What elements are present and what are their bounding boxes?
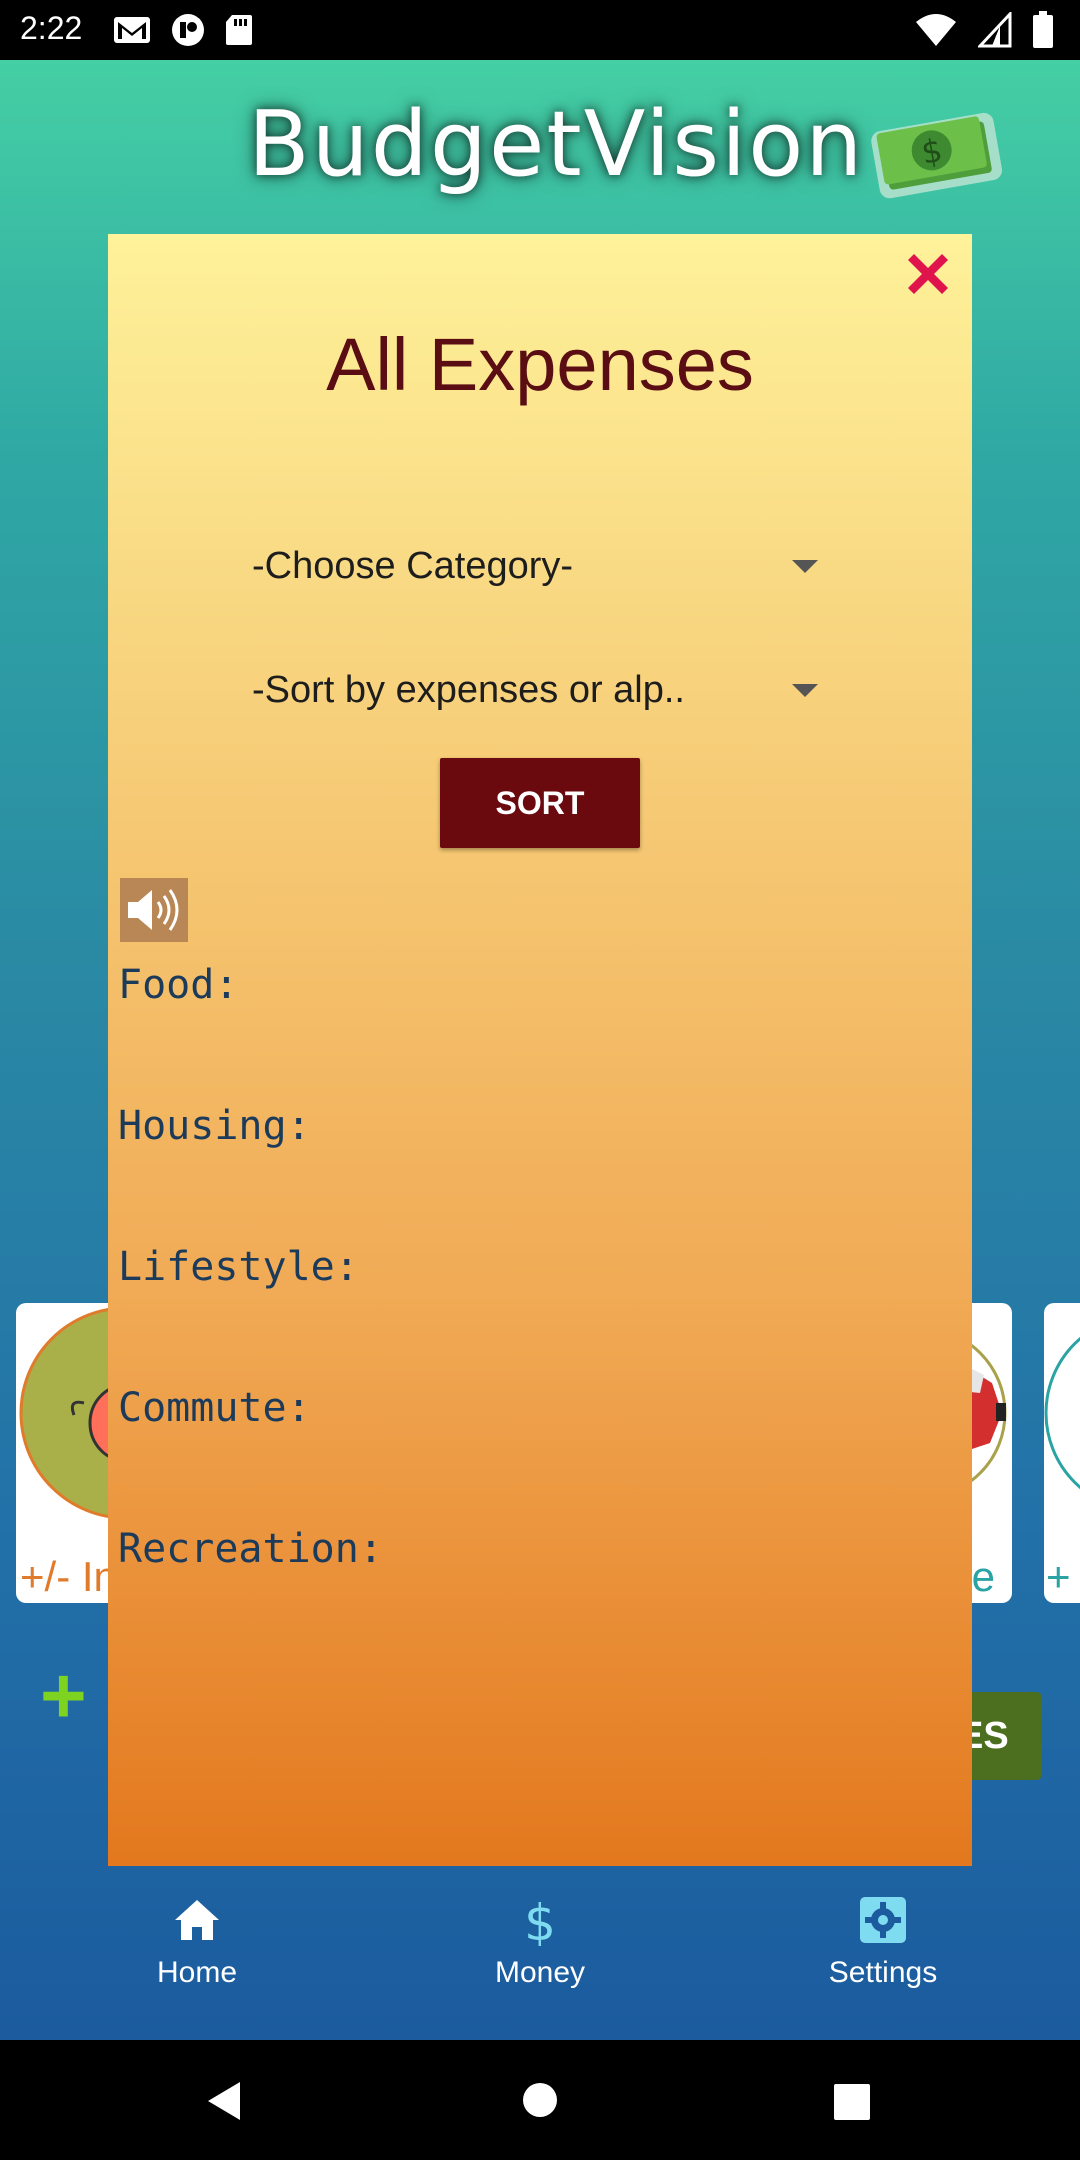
next-card-label: + — [1046, 1553, 1071, 1600]
app-notification-icon — [172, 14, 204, 46]
nav-money-label: Money — [494, 1956, 586, 1989]
card-circle-icon — [1044, 1336, 1080, 1490]
home-icon — [175, 1900, 219, 1940]
speaker-button[interactable] — [120, 878, 188, 942]
category-lifestyle: Lifestyle: — [118, 1244, 359, 1290]
status-bar: 2:22 — [0, 0, 1080, 60]
wifi-icon — [916, 14, 956, 46]
app-title: BudgetVision — [248, 92, 865, 197]
nav-home[interactable]: Home — [97, 1894, 297, 1990]
chevron-down-icon — [792, 559, 818, 573]
recents-icon[interactable] — [834, 2084, 870, 2120]
home-circle-icon[interactable] — [522, 2082, 558, 2118]
nav-settings[interactable]: Settings — [783, 1894, 983, 1990]
category-dropdown-value: -Choose Category- — [252, 544, 574, 587]
svg-text:$: $ — [524, 1894, 556, 1946]
add-icon[interactable]: + — [40, 1650, 87, 1742]
status-icons-left — [112, 12, 254, 48]
sort-button[interactable]: SORT — [440, 758, 640, 848]
sd-card-icon — [226, 15, 252, 45]
sort-dropdown-value: -Sort by expenses or alp.. — [252, 668, 685, 711]
nav-money[interactable]: $ Money — [440, 1894, 640, 1990]
close-icon[interactable] — [900, 246, 956, 302]
category-food: Food: — [118, 962, 239, 1008]
gear-icon — [860, 1897, 906, 1943]
category-recreation: Recreation: — [118, 1526, 383, 1572]
system-navigation-bar — [0, 2040, 1080, 2160]
battery-icon — [1033, 11, 1053, 48]
next-card[interactable]: + — [1044, 1303, 1080, 1603]
speaker-icon — [128, 889, 179, 931]
dollar-icon: $ — [524, 1894, 556, 1946]
gmail-icon — [114, 17, 150, 43]
income-card-label: +/- In — [20, 1553, 117, 1600]
all-expenses-modal: All Expenses -Choose Category- -Sort by … — [108, 234, 972, 1866]
money-bill-icon: $ — [871, 112, 1003, 199]
category-housing: Housing: — [118, 1103, 311, 1149]
cell-signal-icon — [978, 12, 1012, 48]
back-icon[interactable] — [204, 2080, 244, 2122]
bottom-navigation: Home $ Money Settings — [0, 1866, 1080, 2040]
status-icons-right — [914, 10, 1054, 50]
category-dropdown[interactable]: -Choose Category- — [252, 526, 822, 606]
nav-settings-label: Settings — [828, 1956, 938, 1989]
category-commute: Commute: — [118, 1385, 311, 1431]
chevron-down-icon — [792, 683, 818, 697]
sort-dropdown[interactable]: -Sort by expenses or alp.. — [252, 650, 822, 730]
nav-home-label: Home — [156, 1956, 238, 1989]
modal-title: All Expenses — [326, 323, 754, 406]
status-time: 2:22 — [20, 10, 83, 46]
